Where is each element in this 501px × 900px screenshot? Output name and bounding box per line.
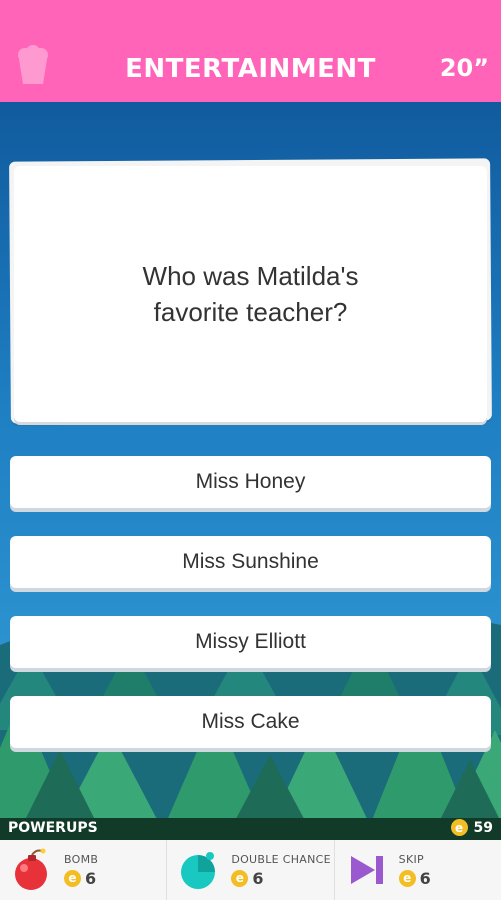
- answer-button-2[interactable]: Miss Sunshine: [10, 536, 491, 588]
- category-header: ENTERTAINMENT 20”: [0, 0, 501, 102]
- bomb-icon: [15, 848, 47, 890]
- answer-button-3[interactable]: Missy Elliott: [10, 616, 491, 668]
- powerup-bomb[interactable]: BOMB e6: [0, 840, 168, 900]
- question-text: Who was Matilda's favorite teacher?: [142, 261, 359, 327]
- question-card: Who was Matilda's favorite teacher?: [14, 166, 487, 422]
- answer-button-4[interactable]: Miss Cake: [10, 696, 491, 748]
- coin-count: 59: [473, 819, 493, 836]
- trivia-screen: ENTERTAINMENT 20” Who was Matilda's favo…: [0, 0, 501, 900]
- coin-icon: e: [398, 869, 416, 887]
- coin-balance: e 59: [450, 819, 493, 836]
- double-chance-icon: [181, 852, 216, 889]
- coin-icon: e: [64, 869, 81, 887]
- powerup-name: DOUBLE CHANCE: [231, 852, 331, 866]
- question-card-stack: Who was Matilda's favorite teacher?: [9, 158, 492, 430]
- skip-icon: [350, 856, 383, 884]
- category-title: ENTERTAINMENT: [125, 54, 376, 84]
- powerup-double-chance[interactable]: DOUBLE CHANCE e6: [167, 840, 335, 900]
- powerup-name: SKIP: [398, 852, 424, 866]
- countdown-timer: 20”: [439, 54, 489, 82]
- powerup-cost: 6: [85, 868, 97, 888]
- powerup-cost: 6: [419, 868, 431, 888]
- coin-icon: e: [450, 819, 468, 836]
- powerup-name: BOMB: [64, 852, 99, 866]
- powerups-bar: POWERUPS e 59: [0, 818, 501, 840]
- powerup-skip[interactable]: SKIP e6: [335, 840, 501, 900]
- answer-button-1[interactable]: Miss Honey: [10, 456, 491, 508]
- powerups-label: POWERUPS: [8, 820, 98, 836]
- powerup-cost: 6: [252, 868, 264, 888]
- powerups-tray: BOMB e6 DOUBLE CHANCE e6 SKIP e6: [0, 840, 501, 900]
- coin-icon: e: [231, 869, 249, 887]
